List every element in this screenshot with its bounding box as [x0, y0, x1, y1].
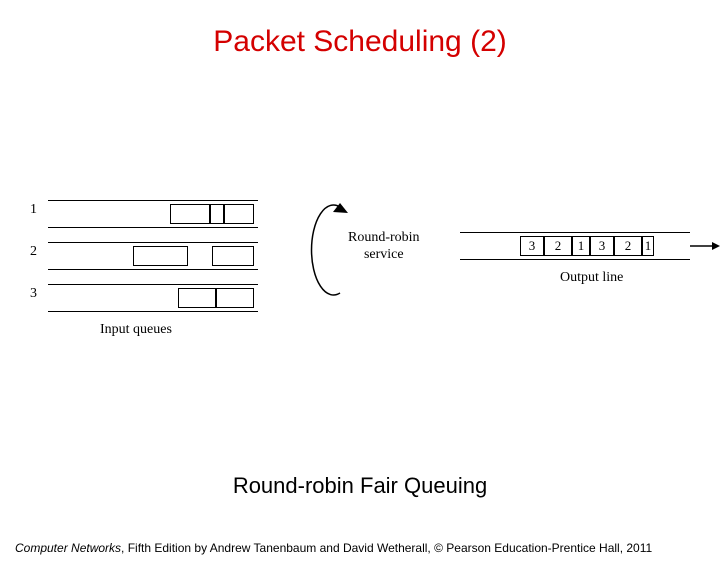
packet: [212, 246, 254, 266]
slide-caption: Round-robin Fair Queuing: [0, 473, 720, 499]
output-cell: 2: [544, 236, 572, 256]
packet: [178, 288, 216, 308]
output-cell: 2: [614, 236, 642, 256]
packet: [210, 204, 224, 224]
queue-line-1: [48, 200, 258, 228]
queue-number-1: 1: [30, 202, 37, 218]
diagram-area: 1 2 3 Input queues Round-robin service 3: [30, 200, 690, 370]
packet: [224, 204, 254, 224]
footer-citation: Computer Networks, Fifth Edition by Andr…: [15, 541, 652, 555]
output-line: 3 2 1 3 2 1: [460, 232, 690, 260]
packet: [216, 288, 254, 308]
queue-line-3: [48, 284, 258, 312]
round-robin-label: Round-robin service: [348, 230, 420, 264]
output-arrow-icon: [690, 240, 720, 252]
queue-line-2: [48, 242, 258, 270]
output-cell: 3: [590, 236, 614, 256]
input-queues-label: Input queues: [100, 322, 172, 338]
output-cell: 1: [572, 236, 590, 256]
output-cell: 3: [520, 236, 544, 256]
queue-number-3: 3: [30, 286, 37, 302]
rr-label-line2: service: [364, 247, 404, 262]
footer-book-title: Computer Networks: [15, 541, 121, 555]
packet: [133, 246, 188, 266]
output-line-label: Output line: [560, 270, 623, 286]
queue-number-2: 2: [30, 244, 37, 260]
slide-title: Packet Scheduling (2): [0, 25, 720, 59]
output-cell: 1: [642, 236, 654, 256]
packet: [170, 204, 210, 224]
rr-label-line1: Round-robin: [348, 230, 420, 245]
footer-rest: , Fifth Edition by Andrew Tanenbaum and …: [121, 541, 652, 555]
